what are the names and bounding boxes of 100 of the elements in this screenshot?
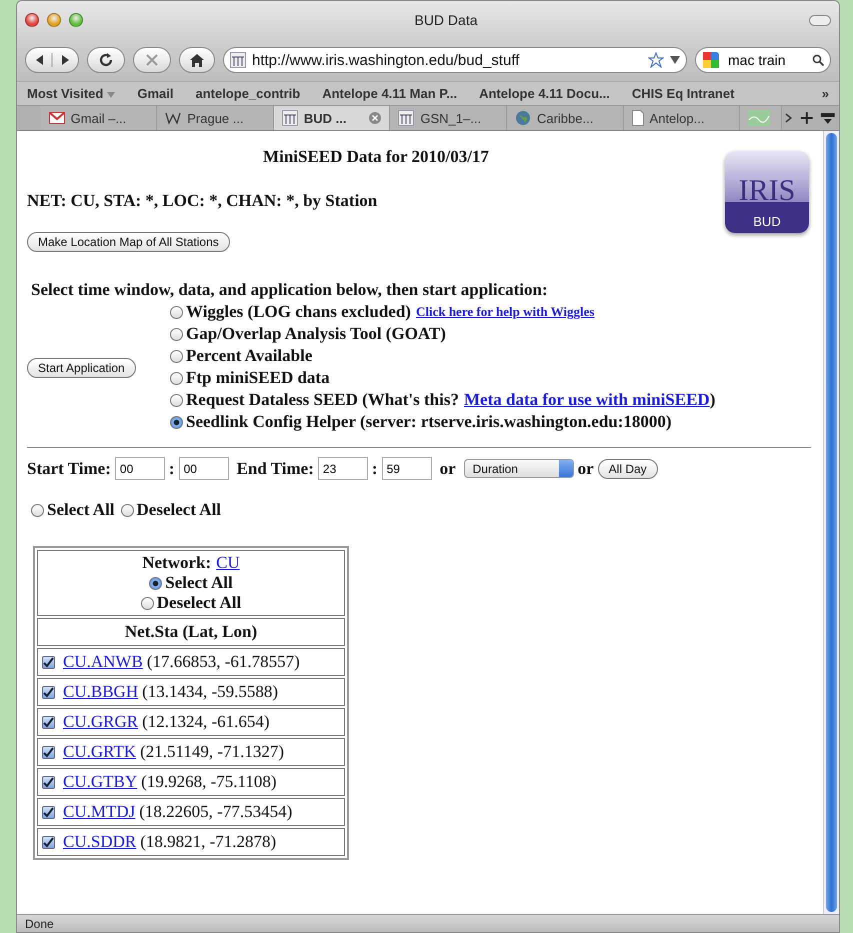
start-hour-field[interactable]: 00	[114, 457, 165, 480]
radio-label: Deselect All	[136, 500, 222, 520]
or-text: or	[440, 458, 456, 478]
search-field[interactable]: mac train	[695, 47, 831, 73]
stop-icon	[146, 54, 158, 66]
station-link[interactable]: CU.ANWB	[63, 652, 143, 672]
browser-tab[interactable]: Antelop...	[624, 106, 740, 130]
iris-bud-logo: IRIS BUD	[725, 151, 809, 233]
station-link[interactable]: CU.BBGH	[63, 682, 138, 702]
station-coordinates: (17.66853, -61.78557)	[146, 652, 300, 672]
more-bookmarks-button[interactable]: »	[822, 86, 829, 101]
station-link[interactable]: CU.GTBY	[63, 772, 138, 792]
station-link[interactable]: CU.GRGR	[63, 712, 138, 732]
radio-button[interactable]	[170, 306, 183, 318]
network-label: Network:	[142, 553, 212, 573]
browser-tab[interactable]: Prague ...	[157, 106, 274, 130]
iris-icon	[230, 52, 246, 68]
page-heading: MiniSEED Data for 2010/03/17	[262, 147, 490, 167]
checkbox[interactable]	[42, 686, 55, 698]
radio-button[interactable]	[170, 350, 183, 362]
browser-tab[interactable]	[740, 106, 782, 130]
start-minute-field[interactable]: 00	[178, 457, 229, 480]
bookmark-item[interactable]: Most Visited	[27, 86, 116, 101]
radio-button[interactable]	[170, 416, 183, 428]
zoom-button[interactable]	[69, 13, 83, 27]
radio-label: Deselect All	[156, 593, 242, 613]
checkbox[interactable]	[42, 656, 55, 668]
instructions-text: Select time window, data, and application below, then start application:	[31, 280, 549, 300]
station-coordinates: (21.51149, -71.1327)	[140, 742, 284, 762]
station-coordinates: (19.9268, -75.1108)	[141, 772, 277, 792]
end-hour-field[interactable]: 23	[318, 457, 368, 480]
status-text: Done	[17, 914, 839, 932]
radio-button[interactable]	[170, 328, 183, 340]
application-label: Ftp miniSEED data	[186, 368, 330, 388]
radio-button[interactable]	[170, 372, 183, 384]
browser-tab[interactable]: Gmail –...	[40, 106, 158, 130]
closing-paren: )	[710, 390, 716, 410]
duration-select[interactable]: Duration	[464, 459, 574, 478]
station-link[interactable]: CU.SDDR	[63, 832, 136, 852]
query-summary: NET: CU, STA: *, LOC: *, CHAN: *, by Station	[27, 191, 378, 211]
toolbar-toggle-button[interactable]	[809, 14, 831, 26]
scrollbar[interactable]	[823, 131, 839, 914]
station-link[interactable]: CU.GRTK	[63, 742, 136, 762]
wave-icon	[748, 110, 770, 126]
or-text: or	[578, 458, 594, 478]
help-link[interactable]: Click here for help with Wiggles	[416, 304, 594, 320]
iris-icon	[282, 110, 298, 126]
bookmark-item[interactable]: Gmail	[137, 86, 174, 101]
stop-button[interactable]	[133, 47, 171, 73]
checkbox[interactable]	[42, 806, 55, 818]
home-button[interactable]	[179, 47, 215, 73]
radio-button[interactable]	[149, 576, 162, 590]
document-icon	[632, 110, 644, 126]
checkbox[interactable]	[42, 746, 55, 758]
application-label: Seedlink Config Helper (server: rtserve.iris.washington.edu:18000)	[186, 412, 672, 432]
radio-button[interactable]	[31, 504, 44, 516]
back-forward-button[interactable]	[25, 47, 79, 73]
station-link[interactable]: CU.MTDJ	[63, 802, 136, 822]
browser-tab[interactable]: Caribbe...	[506, 106, 624, 130]
application-label: Percent Available	[186, 346, 312, 366]
minimize-button[interactable]	[47, 13, 61, 27]
bookmark-item[interactable]: Antelope 4.11 Docu...	[479, 86, 610, 101]
radio-button[interactable]	[120, 504, 134, 516]
all-day-button[interactable]: All Day	[598, 458, 658, 478]
application-label: Wiggles (LOG chans excluded)	[186, 302, 411, 322]
application-label: Request Dataless SEED (What's this?	[186, 390, 459, 410]
dropdown-arrow-icon[interactable]	[670, 56, 680, 64]
bookmark-item[interactable]: antelope_contrib	[195, 86, 300, 101]
bookmark-item[interactable]: Antelope 4.11 Man P...	[322, 86, 458, 101]
close-tab-icon[interactable]	[369, 112, 382, 124]
start-application-button[interactable]: Start Application	[27, 358, 136, 378]
network-link[interactable]: CU	[216, 553, 240, 573]
search-icon[interactable]	[812, 54, 824, 66]
time-separator: :	[168, 458, 175, 478]
browser-tab[interactable]: BUD ...	[274, 106, 390, 130]
close-button[interactable]	[25, 13, 39, 27]
reload-button[interactable]	[87, 47, 125, 73]
application-label: Gap/Overlap Analysis Tool (GOAT)	[186, 324, 446, 344]
station-coordinates: (12.1324, -61.654)	[142, 712, 270, 732]
location-map-button[interactable]: Make Location Map of All Stations	[27, 232, 230, 252]
end-minute-field[interactable]: 59	[382, 457, 432, 480]
time-separator: :	[372, 458, 378, 478]
reload-icon	[98, 52, 114, 68]
bookmark-item[interactable]: CHIS Eq Intranet	[632, 86, 734, 101]
checkbox[interactable]	[42, 716, 55, 728]
checkbox[interactable]	[42, 776, 55, 788]
metadata-link[interactable]: Meta data for use with miniSEED	[464, 390, 710, 410]
browser-tab[interactable]: GSN_1–...	[390, 106, 507, 130]
globe-icon	[514, 110, 531, 126]
radio-button[interactable]	[170, 394, 183, 406]
radio-label: Select All	[165, 573, 233, 593]
window-title: BUD Data	[413, 12, 479, 28]
address-field[interactable]: http://www.iris.washington.edu/bud_stuff	[223, 47, 687, 73]
star-icon[interactable]	[648, 52, 664, 68]
w-glyph-icon	[165, 111, 182, 125]
checkbox[interactable]	[42, 836, 55, 848]
station-coordinates: (18.22605, -77.53454)	[139, 802, 292, 822]
column-header: Net.Sta (Lat, Lon)	[37, 618, 345, 646]
start-time-label: Start Time:	[27, 458, 111, 478]
radio-button[interactable]	[140, 596, 154, 610]
